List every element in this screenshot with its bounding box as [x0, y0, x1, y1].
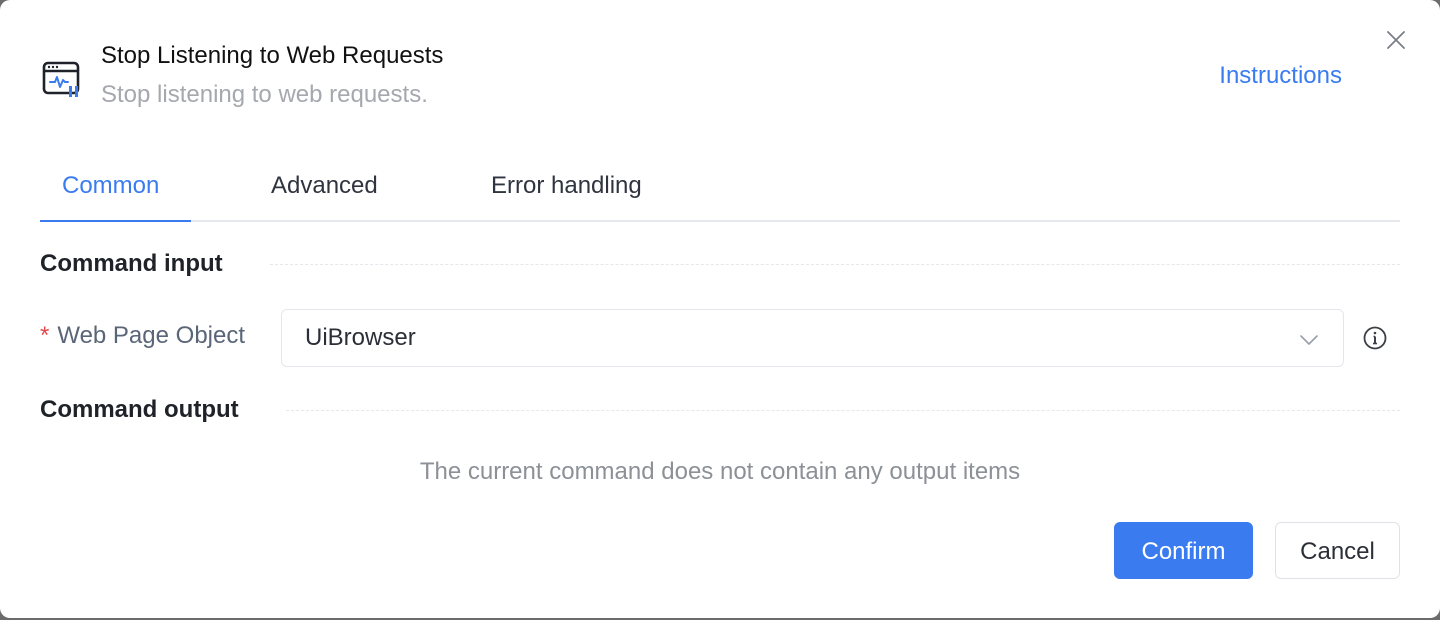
stop-listening-dialog: Stop Listening to Web Requests Stop list… [0, 0, 1440, 618]
active-tab-indicator [40, 220, 191, 222]
section-divider [286, 410, 1400, 411]
tab-error-handling[interactable]: Error handling [491, 172, 642, 200]
section-title-command-input: Command input [40, 250, 223, 277]
dialog-title: Stop Listening to Web Requests [101, 42, 444, 69]
close-icon[interactable] [1384, 28, 1408, 52]
required-mark: * [40, 322, 50, 349]
cancel-button[interactable]: Cancel [1275, 522, 1400, 579]
browser-monitor-pause-icon [42, 61, 80, 97]
section-divider [270, 264, 1400, 265]
section-title-command-output: Command output [40, 396, 239, 423]
select-value: UiBrowser [305, 324, 416, 351]
field-label-web-page-object: * Web Page Object [40, 322, 245, 350]
field-label-text: Web Page Object [57, 322, 246, 349]
dialog-subtitle: Stop listening to web requests. [101, 81, 428, 108]
empty-output-message: The current command does not contain any… [419, 458, 1021, 485]
chevron-down-icon [1300, 335, 1318, 345]
tab-common[interactable]: Common [62, 172, 159, 200]
tab-bar: Common Advanced Error handling [40, 155, 1400, 222]
web-page-object-select[interactable]: UiBrowser [281, 309, 1344, 367]
tab-advanced[interactable]: Advanced [271, 172, 378, 200]
instructions-link[interactable]: Instructions [1219, 62, 1342, 90]
confirm-button[interactable]: Confirm [1114, 522, 1253, 579]
info-icon[interactable] [1362, 325, 1388, 351]
